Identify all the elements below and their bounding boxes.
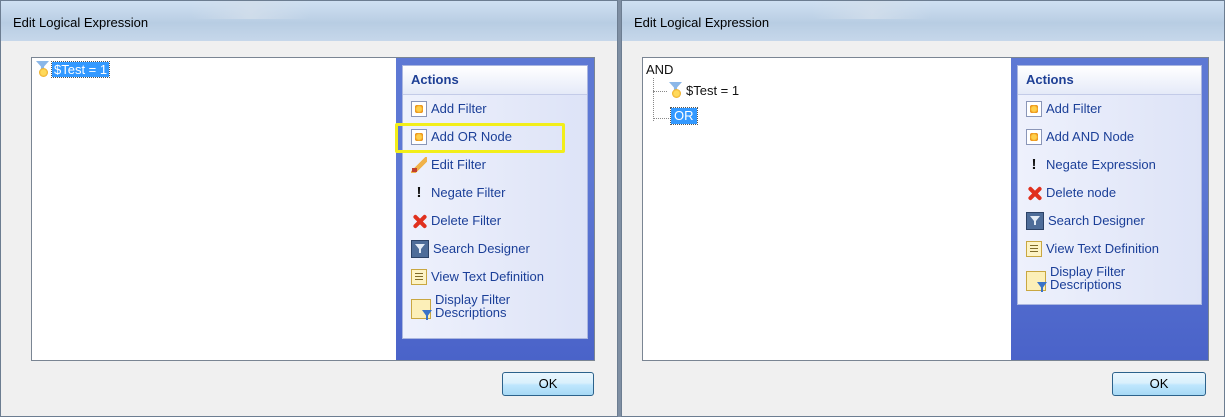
action-delete-filter[interactable]: Delete Filter <box>403 207 587 235</box>
edit-logical-expression-dialog-right: Edit Logical Expression AND $Test = 1 OR… <box>621 0 1225 417</box>
actions-header: Actions <box>403 66 587 95</box>
actions-header: Actions <box>1018 66 1201 95</box>
exclamation-icon: ! <box>1031 156 1037 173</box>
action-label: Edit Filter <box>431 157 486 172</box>
expression-panel: AND $Test = 1 OR Actions Add Filter Add … <box>642 57 1209 361</box>
ok-button[interactable]: OK <box>1112 372 1206 396</box>
action-label: Display Filter Descriptions <box>435 292 511 320</box>
title-bar: Edit Logical Expression <box>622 1 1224 41</box>
delete-x-icon <box>1026 185 1042 201</box>
action-negate-filter[interactable]: ! Negate Filter <box>403 179 587 207</box>
edit-logical-expression-dialog-left: Edit Logical Expression $Test = 1 Action… <box>0 0 618 417</box>
action-add-filter[interactable]: Add Filter <box>403 95 587 123</box>
action-label: Add Filter <box>431 101 487 116</box>
tree-root-and[interactable]: AND <box>646 62 673 77</box>
action-label: Delete node <box>1046 185 1117 200</box>
action-search-designer[interactable]: Search Designer <box>403 235 587 263</box>
action-view-text-definition[interactable]: View Text Definition <box>1018 235 1201 263</box>
expression-tree[interactable]: $Test = 1 <box>32 58 396 360</box>
action-label: Negate Filter <box>431 185 506 200</box>
background-blur <box>812 1 932 19</box>
search-designer-icon <box>411 240 429 258</box>
action-edit-filter[interactable]: Edit Filter <box>403 151 587 179</box>
action-negate-expression[interactable]: ! Negate Expression <box>1018 151 1201 179</box>
filter-descriptions-icon <box>1026 271 1046 291</box>
text-definition-icon <box>1026 241 1042 257</box>
edit-icon <box>411 157 427 173</box>
text-definition-icon <box>411 269 427 285</box>
action-delete-node[interactable]: Delete node <box>1018 179 1201 207</box>
actions-pane: Actions Add Filter Add AND Node ! Negate… <box>1011 58 1208 360</box>
filter-node-icon <box>667 82 683 98</box>
tree-node-label: $Test = 1 <box>686 82 740 98</box>
dialog-title: Edit Logical Expression <box>634 15 770 30</box>
action-search-designer[interactable]: Search Designer <box>1018 207 1201 235</box>
action-add-and-node[interactable]: Add AND Node <box>1018 123 1201 151</box>
tree-node-or[interactable]: OR <box>670 107 698 125</box>
actions-box: Actions Add Filter Add OR Node Edit Filt… <box>395 65 588 339</box>
search-designer-icon <box>1026 212 1044 230</box>
background-blur <box>191 1 311 19</box>
add-filter-icon <box>1026 101 1042 117</box>
tree-connector <box>653 118 669 119</box>
tree-connector <box>653 91 667 92</box>
expression-panel: $Test = 1 Actions Add Filter Add OR Node… <box>31 57 595 361</box>
filter-descriptions-icon <box>411 299 431 319</box>
expression-tree[interactable]: AND $Test = 1 OR <box>643 58 1011 360</box>
filter-node-icon <box>34 61 50 77</box>
add-node-icon <box>411 129 427 145</box>
title-bar: Edit Logical Expression <box>1 1 617 41</box>
action-display-filter-descriptions[interactable]: Display Filter Descriptions <box>1018 263 1201 305</box>
delete-x-icon <box>411 213 427 229</box>
action-label: View Text Definition <box>1046 241 1159 256</box>
add-filter-icon <box>411 101 427 117</box>
action-view-text-definition[interactable]: View Text Definition <box>403 263 587 291</box>
action-display-filter-descriptions[interactable]: Display Filter Descriptions <box>403 291 587 333</box>
tree-node-filter[interactable]: $Test = 1 <box>34 60 111 78</box>
action-add-filter[interactable]: Add Filter <box>1018 95 1201 123</box>
action-label: Display Filter Descriptions <box>1050 264 1126 292</box>
action-label: Add Filter <box>1046 101 1102 116</box>
tree-node-label[interactable]: $Test = 1 <box>50 60 111 78</box>
add-node-icon <box>1026 129 1042 145</box>
action-add-or-node[interactable]: Add OR Node <box>395 123 587 153</box>
exclamation-icon: ! <box>416 184 422 201</box>
action-label: Search Designer <box>433 241 530 256</box>
action-label: Delete Filter <box>431 213 502 228</box>
tree-connector <box>653 78 654 121</box>
dialog-title: Edit Logical Expression <box>13 15 149 30</box>
tree-node-filter[interactable]: $Test = 1 <box>667 82 739 98</box>
actions-box: Actions Add Filter Add AND Node ! Negate… <box>1017 65 1202 305</box>
action-label: Search Designer <box>1048 213 1145 228</box>
actions-pane: Actions Add Filter Add OR Node Edit Filt… <box>395 58 594 360</box>
action-label: Add AND Node <box>1046 129 1135 144</box>
ok-button[interactable]: OK <box>502 372 594 396</box>
action-label: View Text Definition <box>431 269 544 284</box>
action-label: Negate Expression <box>1046 157 1156 172</box>
